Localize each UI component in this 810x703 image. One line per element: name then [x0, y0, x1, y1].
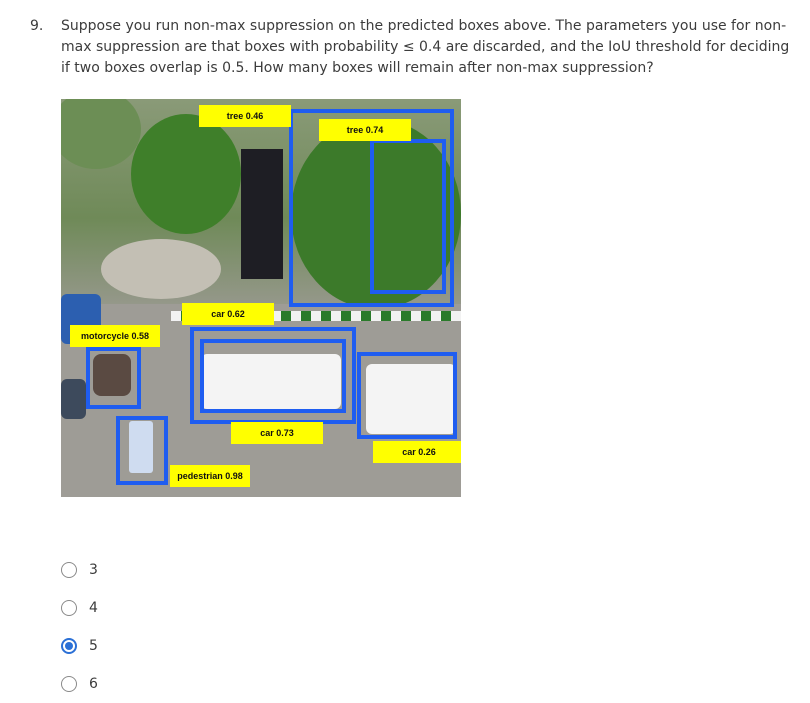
parked-car	[61, 379, 86, 419]
leq-symbol: ≤	[402, 39, 415, 55]
radio-button-selected[interactable]	[61, 638, 77, 654]
question-text: Suppose you run non-max suppression on t…	[61, 16, 801, 79]
bbox-car-073	[200, 339, 346, 413]
radio-button[interactable]	[61, 562, 77, 578]
bbox-motorcycle-058	[86, 347, 141, 409]
option-label: 5	[89, 638, 98, 654]
bbox-tree-046	[370, 139, 446, 294]
background-foliage	[61, 99, 141, 169]
label-car-026: car 0.26	[373, 441, 461, 463]
label-pedestrian-098: pedestrian 0.98	[170, 465, 250, 487]
question-number: 9.	[30, 18, 44, 34]
radio-button[interactable]	[61, 600, 77, 616]
roundabout	[101, 239, 221, 299]
option-4[interactable]: 4	[61, 598, 98, 618]
label-tree-074: tree 0.74	[319, 119, 411, 141]
bbox-car-026	[357, 352, 457, 439]
detection-image: tree 0.46 tree 0.74 car 0.62 motorcycle …	[61, 99, 461, 497]
label-car-073: car 0.73	[231, 422, 323, 444]
option-label: 4	[89, 600, 98, 616]
option-label: 3	[89, 562, 98, 578]
option-5[interactable]: 5	[61, 636, 98, 656]
tree-left	[131, 114, 241, 234]
radio-button[interactable]	[61, 676, 77, 692]
label-motorcycle-058: motorcycle 0.58	[70, 325, 160, 347]
label-tree-046: tree 0.46	[199, 105, 291, 127]
banner	[241, 149, 283, 279]
option-3[interactable]: 3	[61, 560, 98, 580]
label-car-062: car 0.62	[182, 303, 274, 325]
option-label: 6	[89, 676, 98, 692]
bbox-pedestrian-098	[116, 416, 168, 485]
option-6[interactable]: 6	[61, 674, 98, 694]
